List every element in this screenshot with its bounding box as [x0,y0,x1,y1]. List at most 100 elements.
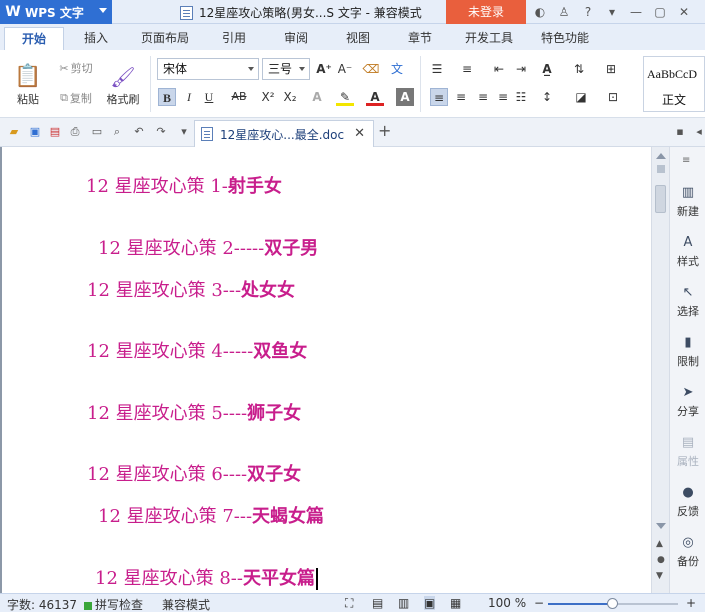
minimize-icon[interactable]: — [627,2,645,22]
tab-page-layout[interactable]: 页面布局 [134,27,196,50]
grow-font-icon[interactable]: A⁺ [315,60,333,78]
prev-page-icon[interactable]: ▲ [656,539,663,549]
increase-indent-icon[interactable]: ⇥ [512,60,530,78]
zoom-level[interactable]: 100 % [488,596,526,610]
export-pdf-icon[interactable]: ▤ [48,125,62,139]
tab-features[interactable]: 特色功能 [532,27,598,50]
style-gallery[interactable]: AaBbCcD 正文 [643,56,705,112]
select-browse-icon[interactable]: ● [657,555,665,565]
zoom-knob[interactable] [607,598,618,609]
bullet-list-icon[interactable]: ☰ [428,60,446,78]
line-spacing-icon[interactable]: ↕ [538,88,556,106]
new-tab-icon[interactable]: + [378,123,391,139]
side-new[interactable]: ▥ 新建 [670,185,705,219]
brush-icon: 🖌 [110,65,136,89]
close-icon[interactable]: ✕ [354,126,365,141]
open-icon[interactable]: ▰ [7,125,21,139]
redo-icon[interactable]: ↷ [154,125,168,139]
font-size-select[interactable]: 三号 [262,58,310,80]
cut-button[interactable]: ✂ 剪切 [52,58,100,78]
shading-icon[interactable]: ◪ [572,88,590,106]
side-backup[interactable]: ◎ 备份 [670,535,705,569]
tab-insert[interactable]: 插入 [74,27,118,50]
distribute-icon[interactable]: ☷ [512,88,530,106]
tab-start[interactable]: 开始 [4,27,64,50]
document-page[interactable]: 12 星座攻心策 1-射手女 12 星座攻心策 2-----双子男 12 星座攻… [0,147,651,593]
tab-scroll-icon[interactable]: ◂ [692,125,705,139]
justify-icon[interactable]: ≡ [494,88,512,106]
font-color-icon[interactable]: A [366,88,384,106]
sort-icon[interactable]: ⇅ [570,60,588,78]
side-select[interactable]: ↖ 选择 [670,285,705,319]
print-icon[interactable]: ⎙ [68,125,82,139]
find-icon[interactable]: ⌕ [110,125,124,139]
zoom-out-icon[interactable]: − [534,596,544,610]
close-icon[interactable]: ✕ [675,2,693,22]
undo-icon[interactable]: ↶ [132,125,146,139]
settings-icon[interactable]: ◐ [531,2,549,22]
zoom-slider[interactable] [548,598,678,609]
tab-view[interactable]: 视图 [336,27,380,50]
align-right-icon[interactable]: ≡ [474,88,492,106]
more-icon[interactable]: ▾ [603,2,621,22]
next-page-icon[interactable]: ▼ [656,571,663,581]
side-share[interactable]: ➤ 分享 [670,385,705,419]
restore-icon[interactable]: ▢ [651,2,669,22]
scroll-down-icon[interactable] [656,523,666,529]
tab-references[interactable]: 引用 [212,27,256,50]
web-view-icon[interactable]: ▥ [398,596,409,610]
side-properties[interactable]: ▤ 属性 [670,435,705,469]
full-screen-icon[interactable]: ⛶ [345,596,353,611]
borders-icon[interactable]: ⊡ [604,88,622,106]
print-preview-icon[interactable]: ▭ [90,125,104,139]
align-center-icon[interactable]: ≡ [452,88,470,106]
font-name-select[interactable]: 宋体 [157,58,259,80]
vertical-scrollbar[interactable]: ▲ ● ▼ [651,147,669,593]
help-icon[interactable]: ? [579,2,597,22]
tab-review[interactable]: 审阅 [274,27,318,50]
bold-button[interactable]: B [158,88,176,106]
char-shading-icon[interactable]: A [396,88,414,106]
outline-view-icon[interactable]: ▦ [450,596,461,610]
document-tab[interactable]: 12星座攻心...最全.doc ✕ [194,120,374,147]
spell-check-status[interactable]: 拼写检查 [84,596,143,612]
scroll-up-icon[interactable] [656,153,666,159]
page-view-icon[interactable]: ▤ [372,596,383,610]
strikethrough-button[interactable]: AB [228,88,250,106]
superscript-button[interactable]: X² [258,88,278,106]
side-styles[interactable]: A 样式 [670,235,705,269]
side-feedback[interactable]: ● 反馈 [670,485,705,519]
tab-list-icon[interactable]: ▪ [673,125,687,139]
phonetic-icon[interactable]: 文 [388,60,406,78]
side-restrict[interactable]: ▮ 限制 [670,335,705,369]
wps-app-menu-button[interactable]: W WPS 文字 [0,0,112,24]
italic-button[interactable]: I [180,88,198,106]
login-button[interactable]: 未登录 [446,0,526,24]
format-painter-button[interactable]: 🖌 格式刷 [104,56,142,114]
zoom-in-icon[interactable]: + [686,596,696,610]
shirt-icon[interactable]: ♙ [555,2,573,22]
scroll-thumb[interactable] [655,185,666,213]
decrease-indent-icon[interactable]: ⇤ [490,60,508,78]
highlight-icon[interactable]: ✎ [336,88,354,106]
text-effect-icon[interactable]: A [308,88,326,106]
paste-button[interactable]: 📋 粘贴 [10,56,46,114]
chinese-layout-icon[interactable]: A̲ [538,60,556,78]
underline-button[interactable]: U [200,88,218,106]
tab-section[interactable]: 章节 [398,27,442,50]
word-count[interactable]: 字数: 46137 [7,596,77,612]
align-left-icon[interactable]: ≡ [430,88,448,106]
collapse-icon[interactable]: ≡ [682,155,690,166]
save-icon[interactable]: ▣ [28,125,42,139]
reading-view-icon[interactable]: ▣ [424,596,436,610]
subscript-button[interactable]: X₂ [280,88,300,106]
customize-icon[interactable]: ▾ [177,125,191,139]
copy-button[interactable]: ⧉ 复制 [52,88,100,108]
tab-developer[interactable]: 开发工具 [456,27,522,50]
numbered-list-icon[interactable]: ≡ [458,60,476,78]
table-icon[interactable]: ⊞ [602,60,620,78]
shrink-font-icon[interactable]: A⁻ [336,60,354,78]
status-bar: 字数: 46137 拼写检查 兼容模式 ⛶ ▤ ▥ ▣ ▦ 100 % − + [0,593,705,612]
clear-format-icon[interactable]: ⌫ [362,60,380,78]
split-icon[interactable] [657,165,665,173]
